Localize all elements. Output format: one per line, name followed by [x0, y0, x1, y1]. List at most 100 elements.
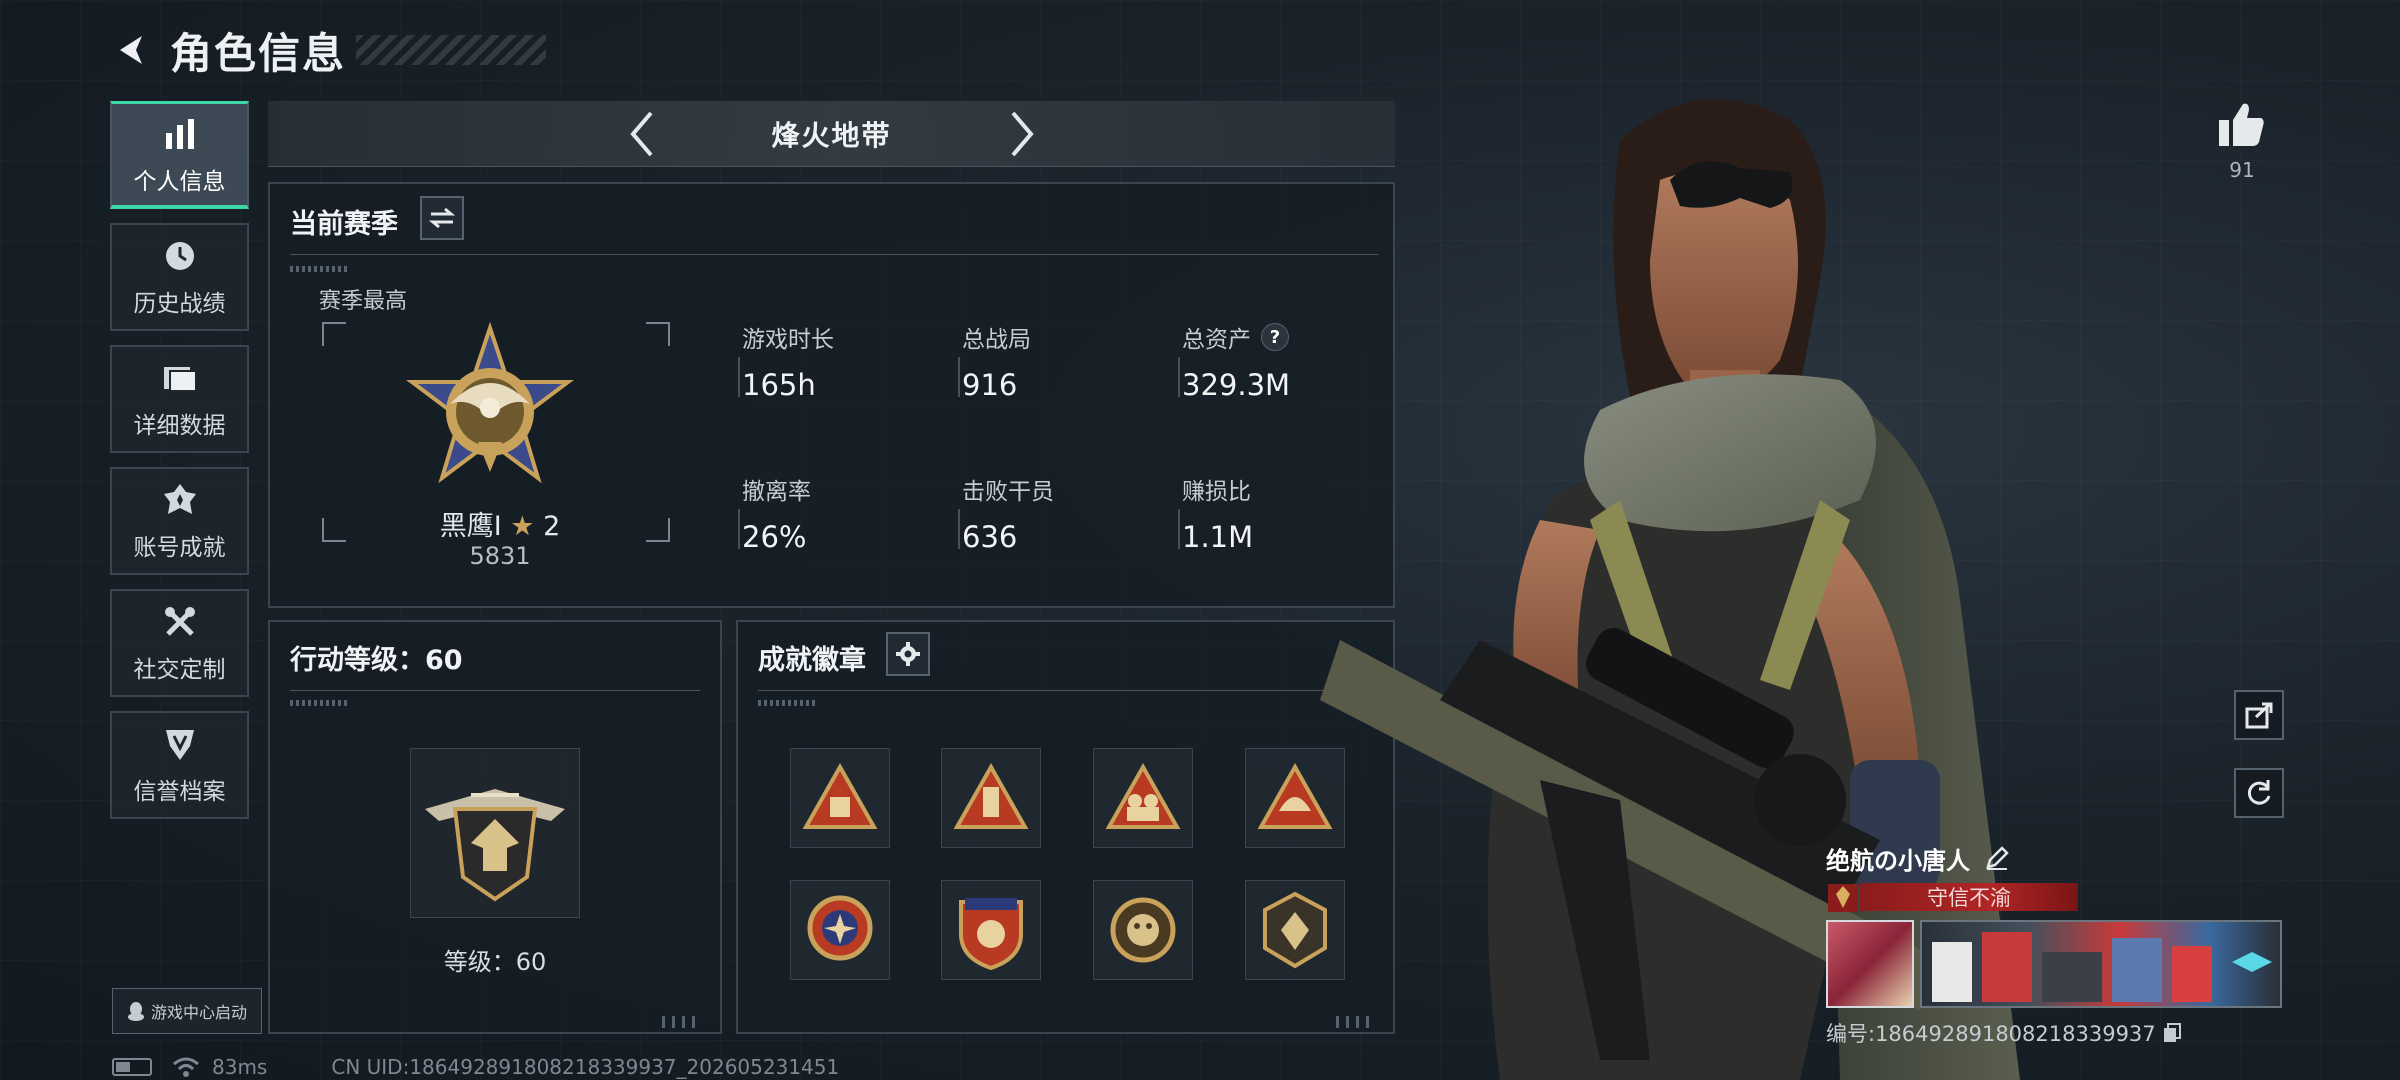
rank-stars: 2 [543, 511, 561, 542]
badge-slot[interactable] [941, 748, 1041, 848]
title-emblem-icon [1828, 884, 1858, 912]
swap-icon [429, 207, 455, 229]
nav-item-social[interactable]: 社交定制 [110, 589, 249, 697]
like-button[interactable] [2214, 96, 2270, 152]
season-switch-button[interactable] [420, 196, 464, 240]
back-button[interactable] [108, 26, 156, 74]
nav-item-history[interactable]: 历史战绩 [110, 223, 249, 331]
player-id-row: 编号:186492891808218339937 [1826, 1018, 2286, 1048]
mode-title: 烽火地带 [771, 118, 892, 152]
share-icon [2245, 702, 2273, 729]
stat-divider [738, 509, 740, 549]
badges-panel-divider [758, 690, 1376, 691]
level-label: 等级：60 [443, 948, 547, 976]
stat-label: 击败干员 [962, 479, 1054, 505]
badge-slot[interactable] [1093, 748, 1193, 848]
player-name: 绝航の小唐人 [1826, 846, 1970, 875]
level-panel-title: 行动等级：60 [290, 645, 463, 676]
bar-chart-icon [160, 114, 200, 154]
stat-divider [1178, 509, 1180, 549]
stat-total-assets: 总资产 ? 329.3M [1182, 320, 1290, 402]
nav-item-label: 账号成就 [133, 535, 226, 561]
stat-label: 总战局 [962, 327, 1031, 353]
avatar-card[interactable] [1826, 920, 1914, 1008]
stat-divider [958, 509, 960, 549]
triangle-badge-icon [953, 763, 1029, 829]
decor-dots [290, 700, 350, 706]
rank-score: 5831 [469, 542, 531, 570]
stat-kills: 击败干员 636 [962, 472, 1054, 554]
chevron-right-icon [1010, 111, 1034, 156]
rank-emblem-icon [406, 322, 574, 484]
next-mode-button[interactable] [997, 104, 1047, 164]
badge-slot[interactable] [790, 880, 890, 980]
stat-value: 329.3M [1182, 368, 1291, 402]
level-emblem-frame [410, 748, 580, 918]
nav-item-label: 个人信息 [133, 168, 226, 195]
player-id: 编号:186492891808218339937 [1826, 1022, 2156, 1046]
stat-value: 916 [962, 368, 1018, 402]
stat-value: 1.1M [1182, 520, 1254, 554]
badges-panel-title: 成就徽章 [758, 645, 866, 676]
stat-profit-ratio: 赚损比 1.1M [1182, 472, 1253, 554]
season-panel-title: 当前赛季 [290, 209, 398, 240]
achievement-icon [160, 480, 200, 520]
launch-label: 游戏中心启动 [150, 1003, 247, 1022]
stat-label-row: 总资产 ? [1182, 320, 1290, 354]
folder-icon [160, 358, 200, 398]
badge-slot[interactable] [790, 748, 890, 848]
badge-slot[interactable] [941, 880, 1041, 980]
mode-switcher: 烽火地带 [268, 101, 1395, 167]
edit-pencil-icon[interactable] [1984, 845, 2010, 871]
stat-label: 撤离率 [742, 479, 811, 505]
player-title: 守信不渝 [1860, 883, 2078, 911]
stat-divider [738, 357, 740, 397]
season-panel-divider [290, 254, 1378, 255]
stat-label: 游戏时长 [742, 327, 834, 353]
star-icon: ★ [510, 511, 535, 542]
badges-settings-button[interactable] [886, 632, 930, 676]
stat-value: 26% [742, 520, 807, 554]
shield-badge-icon [959, 898, 1023, 971]
level-emblem-icon [425, 789, 565, 902]
page-header: 角色信息 [108, 22, 547, 78]
badge-slot[interactable] [1093, 880, 1193, 980]
stat-divider [958, 357, 960, 397]
help-icon[interactable]: ? [1261, 323, 1289, 351]
decor-dots [758, 700, 818, 706]
battery-icon [112, 1058, 152, 1076]
like-count: 91 [2229, 158, 2255, 182]
share-button[interactable] [2234, 690, 2284, 740]
ping-value: 83ms [212, 1055, 268, 1079]
copy-icon[interactable] [2162, 1022, 2182, 1044]
nav-item-achievements[interactable]: 账号成就 [110, 467, 249, 575]
gear-icon [896, 642, 920, 666]
title-decoration [356, 35, 547, 65]
round-badge-icon [1110, 897, 1176, 963]
nav-item-credit[interactable]: 信誉档案 [110, 711, 249, 819]
card-images [1826, 920, 2286, 1010]
nav-item-details[interactable]: 详细数据 [110, 345, 249, 453]
stat-value: 636 [962, 520, 1018, 554]
banner-card[interactable] [1920, 920, 2282, 1008]
refresh-icon [2247, 780, 2271, 805]
status-bar: 83ms CN UID:186492891808218339937_202605… [112, 1054, 839, 1080]
stat-play-time: 游戏时长 165h [742, 320, 834, 402]
qq-penguin-icon [127, 1002, 144, 1021]
wifi-icon [173, 1057, 199, 1077]
banner-art [1932, 932, 2272, 1002]
rank-name: 黑鹰I ★ 2 [380, 504, 620, 543]
stat-total-matches: 总战局 916 [962, 320, 1031, 402]
side-nav: 个人信息 历史战绩 详细数据 账号成就 社交定制 信誉档案 [110, 101, 249, 833]
stat-value: 165h [742, 368, 816, 402]
player-title-row: 守信不渝 [1826, 880, 2286, 914]
decor-dots [290, 266, 350, 272]
refresh-button[interactable] [2234, 768, 2284, 818]
player-card: 绝航の小唐人 守信不渝 编号:186492891808218339937 [1826, 838, 2286, 1048]
game-center-launch-button[interactable]: 游戏中心启动 [112, 988, 262, 1034]
nav-item-personal-info[interactable]: 个人信息 [110, 101, 249, 209]
uid-text: CN UID:186492891808218339937_20260523145… [331, 1055, 840, 1079]
corner-decoration [662, 1016, 702, 1028]
prev-mode-button[interactable] [617, 104, 667, 164]
chevron-left-icon [629, 111, 653, 156]
